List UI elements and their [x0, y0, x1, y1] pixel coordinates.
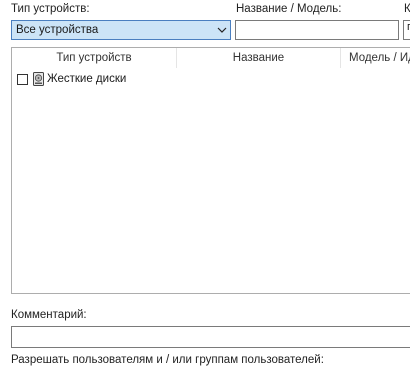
device-type-label: Тип устройств:: [11, 3, 90, 15]
third-filter-label: К: [404, 3, 410, 15]
row-checkbox[interactable]: [17, 73, 28, 85]
column-header-model-id[interactable]: Модель / Ид: [341, 48, 410, 68]
device-type-value: Все устройства: [16, 24, 99, 36]
row-label: Жесткие диски: [47, 73, 127, 85]
third-filter-input[interactable]: г: [403, 20, 410, 40]
list-item[interactable]: Жесткие диски: [12, 70, 410, 88]
permissions-label: Разрешать пользователям и / или группам …: [11, 354, 324, 366]
device-type-combobox[interactable]: Все устройства: [11, 20, 231, 40]
comment-input[interactable]: [11, 326, 410, 348]
name-model-input[interactable]: [235, 20, 399, 40]
name-model-label: Название / Модель:: [236, 3, 342, 15]
device-list[interactable]: Тип устройств Название Модель / Ид Жестк…: [11, 47, 410, 294]
column-header-device-type[interactable]: Тип устройств: [12, 48, 177, 68]
chevron-down-icon: [214, 21, 230, 39]
comment-label: Комментарий:: [11, 309, 87, 321]
device-list-header: Тип устройств Название Модель / Ид: [12, 48, 410, 68]
column-header-name[interactable]: Название: [177, 48, 341, 68]
hard-disk-icon: [33, 72, 44, 86]
